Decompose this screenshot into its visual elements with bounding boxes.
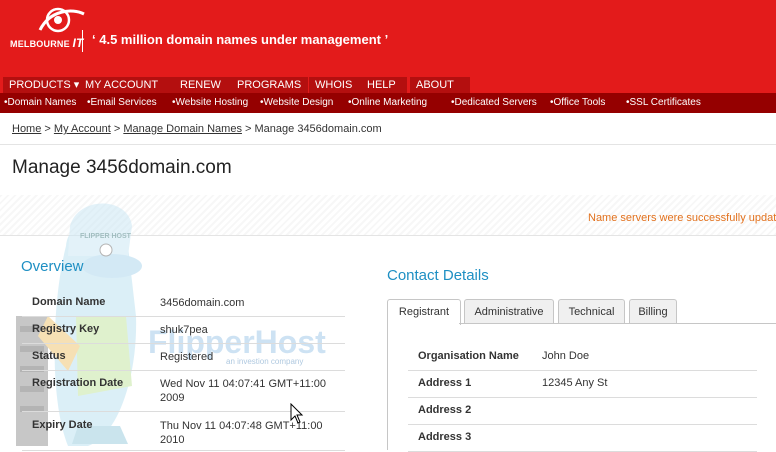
- nav-about[interactable]: ABOUT: [410, 77, 470, 93]
- contact-value: John Doe: [542, 350, 590, 362]
- page-title: Manage 3456domain.com: [12, 157, 232, 178]
- contact-value: 12345 Any St: [542, 377, 608, 389]
- overview-label: Registry Key: [32, 323, 100, 335]
- breadcrumb-home[interactable]: Home: [12, 123, 41, 135]
- contact-label: Address 2: [418, 404, 472, 416]
- overview-label: Expiry Date: [32, 419, 93, 431]
- subnav-email-services[interactable]: •Email Services: [87, 97, 157, 108]
- tagline: ‘ 4.5 million domain names under managem…: [92, 32, 389, 47]
- overview-value: Wed Nov 11 04:07:41 GMT+11:00 2009: [160, 378, 327, 404]
- watermark-cap-text: FLIPPER HOST: [80, 233, 131, 240]
- nav-whois[interactable]: WHOIS: [309, 77, 363, 93]
- main-nav: PRODUCTS ▾ MY ACCOUNT RENEW PROGRAMS WHO…: [0, 76, 776, 93]
- nav-programs[interactable]: PROGRAMS: [231, 77, 308, 93]
- contact-details-heading: Contact Details: [387, 267, 489, 284]
- overview-row-status: Status Registered: [22, 343, 345, 371]
- subnav-dedicated-servers[interactable]: •Dedicated Servers: [451, 97, 537, 108]
- logo-divider: [82, 30, 83, 52]
- nav-renew[interactable]: RENEW: [174, 77, 231, 93]
- globe-swoosh-icon: [38, 7, 85, 33]
- overview-value: Registered: [160, 351, 214, 363]
- subnav-ssl-certificates[interactable]: •SSL Certificates: [626, 97, 701, 108]
- overview-value: 3456domain.com: [160, 297, 245, 309]
- breadcrumb-separator: >: [44, 123, 51, 135]
- mouse-cursor-icon: [290, 403, 304, 424]
- overview-label: Domain Name: [32, 296, 106, 308]
- overview-value: Thu Nov 11 04:07:48 GMT+11:00 2010: [160, 420, 323, 446]
- subnav-website-design[interactable]: •Website Design: [260, 97, 333, 108]
- breadcrumb-current: Manage 3456domain.com: [254, 123, 382, 135]
- nav-help[interactable]: HELP: [361, 77, 407, 93]
- success-message: Name servers were successfully update: [588, 212, 776, 224]
- breadcrumb-separator: >: [113, 123, 121, 135]
- melbourne-it-logo[interactable]: MELBOURNE IT: [10, 6, 90, 50]
- contact-row-organisation: Organisation Name John Doe: [408, 344, 757, 371]
- contact-label: Address 1: [418, 377, 472, 389]
- nav-products[interactable]: PRODUCTS ▾: [3, 77, 86, 93]
- tab-technical[interactable]: Technical: [558, 299, 625, 324]
- subnav-online-marketing[interactable]: •Online Marketing: [348, 97, 427, 108]
- overview-heading: Overview: [21, 258, 84, 275]
- overview-row-domain-name: Domain Name 3456domain.com: [22, 289, 345, 317]
- overview-label: Registration Date: [32, 377, 124, 389]
- divider: [0, 144, 776, 145]
- overview-value: shuk7pea: [160, 324, 208, 336]
- breadcrumb-separator: >: [245, 123, 252, 135]
- subnav-domain-names[interactable]: •Domain Names: [4, 97, 76, 108]
- contact-row-address-2: Address 2: [408, 398, 757, 425]
- breadcrumb-my-account[interactable]: My Account: [54, 123, 111, 135]
- tab-administrative[interactable]: Administrative: [464, 299, 554, 324]
- products-subnav: •Domain Names •Email Services •Website H…: [0, 93, 776, 113]
- nav-my-account[interactable]: MY ACCOUNT: [79, 77, 175, 93]
- contact-row-address-3: Address 3: [408, 425, 757, 452]
- overview-row-registry-key: Registry Key shuk7pea: [22, 316, 345, 344]
- logo-text: MELBOURNE IT: [10, 36, 84, 50]
- contact-label: Address 3: [418, 431, 472, 443]
- subnav-website-hosting[interactable]: •Website Hosting: [172, 97, 248, 108]
- subnav-office-tools[interactable]: •Office Tools: [550, 97, 605, 108]
- site-header: MELBOURNE IT ‘ 4.5 million domain names …: [0, 0, 776, 76]
- tab-billing[interactable]: Billing: [629, 299, 677, 324]
- overview-label: Status: [32, 350, 66, 362]
- breadcrumb-manage-domain-names[interactable]: Manage Domain Names: [123, 123, 242, 135]
- breadcrumb: Home > My Account > Manage Domain Names …: [12, 123, 382, 135]
- contact-label: Organisation Name: [418, 350, 519, 362]
- contact-row-address-1: Address 1 12345 Any St: [408, 371, 757, 398]
